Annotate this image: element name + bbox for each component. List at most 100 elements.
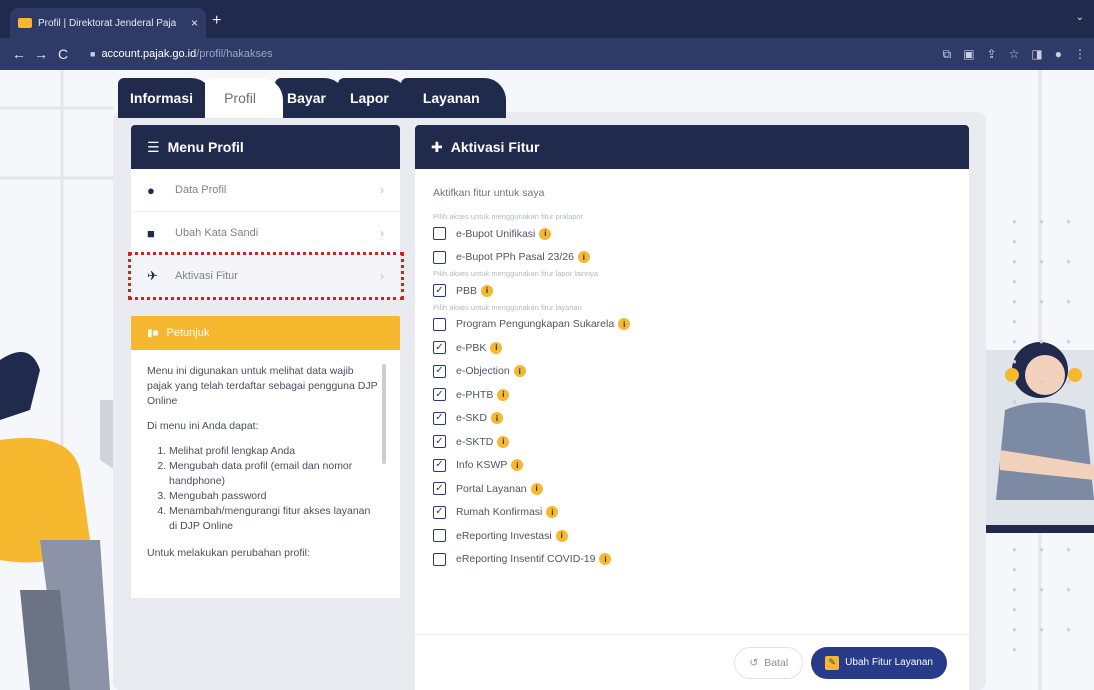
tab-profil[interactable]: Profil (205, 78, 284, 118)
main-tabs: Informasi Profil Bayar Lapor Layanan (118, 78, 506, 118)
info-icon[interactable]: i (511, 459, 524, 472)
batal-button[interactable]: ↺ Batal (734, 646, 804, 679)
checkbox-checked[interactable]: ✓ (433, 364, 446, 378)
share-icon[interactable]: ⇪ (987, 47, 997, 62)
petunjuk-paragraph: Menu ini digunakan untuk melihat data wa… (147, 365, 378, 407)
feature-checkbox-item[interactable]: ✓ e-PHTB i (433, 383, 949, 407)
checkbox-checked[interactable]: ✓ (433, 284, 446, 298)
tab-layanan[interactable]: Layanan (400, 78, 506, 118)
info-icon[interactable]: i (618, 318, 631, 331)
petunjuk-paragraph: Di menu ini Anda dapat: (147, 420, 259, 432)
checkbox-checked[interactable]: ✓ (433, 482, 446, 496)
checkbox-unchecked[interactable] (433, 529, 446, 543)
new-tab-icon[interactable]: + (212, 12, 221, 30)
feature-checkbox-item[interactable]: ✓ Rumah Konfirmasi i (433, 501, 949, 525)
feature-checkbox-item[interactable]: ✓ e-SKD i (433, 407, 949, 431)
checkbox-checked[interactable]: ✓ (433, 435, 446, 449)
menu-icon[interactable]: ⋮ (1074, 47, 1086, 62)
user-icon: ● (147, 182, 155, 198)
menu-item-ubah-kata-sandi[interactable]: ■ Ubah Kata Sandi › (131, 212, 400, 255)
feature-checkbox-item[interactable]: e-Bupot PPh Pasal 23/26 i (433, 246, 949, 270)
feature-checkbox-item[interactable]: ✓ e-SKTD i (433, 430, 949, 454)
page-content: ● ● ● ● ● ● ● ● ● ● ● ● ● ● ● ● ● ● ● ● ● ● … (0, 70, 1094, 690)
feature-checkbox-item[interactable]: ✓ e-Objection i (433, 360, 949, 384)
menu-item-label: Data Profil (175, 184, 227, 196)
petunjuk-scrollbar[interactable] (382, 364, 386, 464)
info-icon[interactable]: i (599, 553, 612, 566)
petunjuk-paragraph: Untuk melakukan perubahan profil: (147, 547, 310, 559)
checkbox-checked[interactable]: ✓ (433, 341, 446, 355)
feature-checkbox-item[interactable]: eReporting Investasi i (433, 524, 949, 548)
checkbox-unchecked[interactable] (433, 552, 446, 566)
info-icon[interactable]: i (490, 341, 503, 354)
list-item: Melihat profil lengkap Anda (169, 444, 378, 459)
info-icon[interactable]: i (513, 365, 526, 378)
aktivasi-fitur-header: ✚ Aktivasi Fitur (415, 125, 969, 169)
translate-icon[interactable]: ⧉ (943, 47, 952, 62)
info-icon[interactable]: i (555, 529, 568, 542)
pin-icon: ✚ (431, 138, 443, 155)
feature-checkbox-item[interactable]: Program Pengungkapan Sukarela i (433, 313, 949, 337)
menu-profil-title: Menu Profil (167, 139, 244, 155)
feature-list: Aktifkan fitur untuk saya Pilih akses un… (415, 169, 969, 571)
feature-label: eReporting Insentif COVID-19 (456, 553, 596, 566)
info-icon[interactable]: i (539, 227, 552, 240)
info-icon[interactable]: i (497, 435, 510, 448)
aktivasi-fitur-title: Aktivasi Fitur (450, 139, 540, 155)
info-icon[interactable]: i (577, 251, 590, 264)
feature-checkbox-item[interactable]: ✓ Info KSWP i (433, 454, 949, 478)
feature-checkbox-item[interactable]: ✓ e-PBK i (433, 336, 949, 360)
forward-icon[interactable]: → (30, 46, 52, 62)
feature-label: eReporting Investasi (456, 529, 552, 542)
profile-icon[interactable]: ● (1055, 47, 1062, 62)
extension-icon[interactable]: ▣ (963, 47, 974, 62)
checkbox-checked[interactable]: ✓ (433, 505, 446, 519)
feature-label: Rumah Konfirmasi (456, 506, 543, 519)
tab-bayar[interactable]: Bayar (275, 78, 346, 118)
address-bar[interactable]: ■ account.pajak.go.id/profil/hakakses (82, 43, 943, 65)
checkbox-unchecked[interactable] (433, 317, 446, 331)
section-label-prelapor: Pilih akses untuk menggunakan fitur pral… (433, 212, 584, 221)
url-host: account.pajak.go.id (101, 48, 197, 60)
checkbox-checked[interactable]: ✓ (433, 411, 446, 425)
info-icon[interactable]: i (497, 388, 510, 401)
section-label-lapor: Pilih akses untuk menggunakan fitur lapo… (433, 269, 599, 278)
reload-icon[interactable]: C (52, 46, 74, 62)
chevron-down-icon[interactable]: ⌄ (1076, 12, 1084, 23)
undo-icon: ↺ (749, 656, 759, 669)
feature-checkbox-item[interactable]: eReporting Insentif COVID-19 i (433, 548, 949, 572)
checkbox-checked[interactable]: ✓ (433, 388, 446, 402)
chevron-right-icon: › (380, 226, 384, 240)
back-icon[interactable]: ← (8, 46, 30, 62)
url-path: /profil/hakakses (196, 48, 273, 60)
close-icon[interactable]: × (191, 16, 198, 30)
tab-informasi[interactable]: Informasi (118, 78, 214, 118)
tab-lapor[interactable]: Lapor (337, 78, 409, 118)
checkbox-unchecked[interactable] (433, 227, 446, 241)
info-icon[interactable]: i (490, 412, 503, 425)
ubah-fitur-layanan-button[interactable]: ✎ Ubah Fitur Layanan (811, 646, 947, 679)
feature-checkbox-item[interactable]: e-Bupot Unifikasi i (433, 222, 949, 246)
checkbox-checked[interactable]: ✓ (433, 458, 446, 472)
batal-label: Batal (764, 656, 789, 669)
info-icon[interactable]: i (546, 506, 559, 519)
selection-highlight (128, 252, 404, 300)
browser-toolbar: ← → C ■ account.pajak.go.id/profil/hakak… (0, 38, 1094, 70)
feature-label: e-PBK (456, 341, 487, 354)
star-icon[interactable]: ☆ (1009, 47, 1020, 62)
sidebar-icon[interactable]: ◨ (1031, 47, 1042, 62)
info-icon[interactable]: i (530, 482, 543, 495)
info-icon[interactable]: i (481, 284, 494, 297)
feature-label: PBB (456, 284, 478, 297)
section-label-layanan: Pilih akses untuk menggunakan fitur laya… (433, 302, 582, 312)
browser-tab-title: Profil | Direktorat Jenderal Paja (38, 17, 177, 29)
feature-checkbox-item[interactable]: ✓ Portal Layanan i (433, 477, 949, 501)
checkbox-unchecked[interactable] (433, 250, 446, 264)
feature-subtitle: Aktifkan fitur untuk saya (433, 187, 545, 199)
feature-checkbox-item[interactable]: ✓ PBB i (433, 279, 949, 303)
ubah-label: Ubah Fitur Layanan (845, 657, 933, 668)
menu-item-data-profil[interactable]: ● Data Profil › (131, 169, 400, 212)
browser-tab[interactable]: Profil | Direktorat Jenderal Paja × (10, 8, 206, 38)
list-item: Menambah/mengurangi fitur akses layanan … (169, 504, 378, 534)
browser-tab-bar: Profil | Direktorat Jenderal Paja × + ⌄ (0, 0, 1094, 38)
